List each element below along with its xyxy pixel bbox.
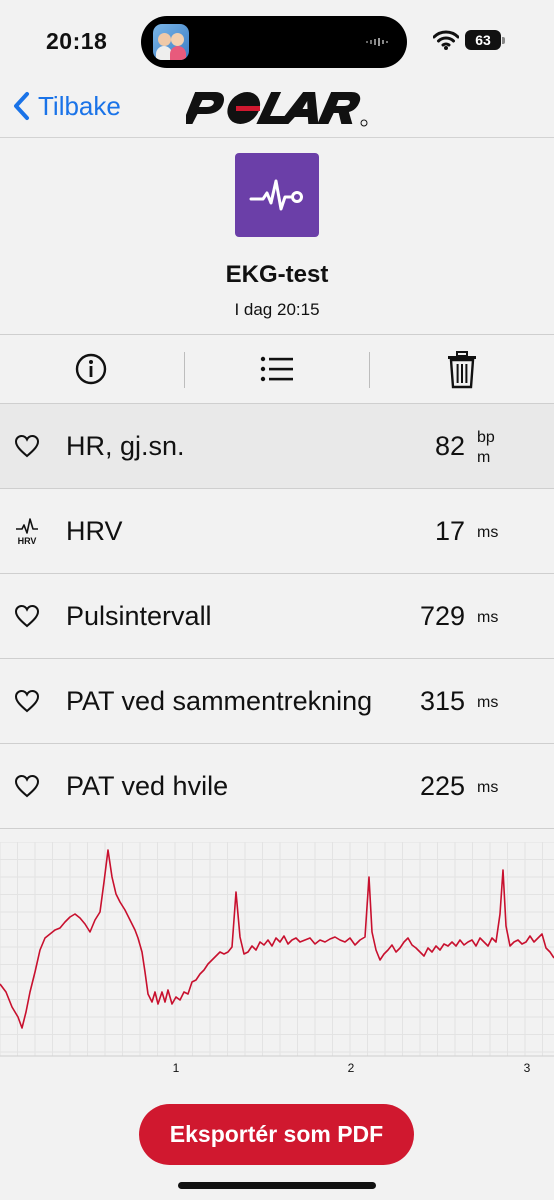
- metric-value: 225: [419, 771, 465, 801]
- metric-label: Pulsintervall: [66, 601, 212, 631]
- test-timestamp: I dag 20:15: [234, 300, 320, 319]
- list-icon: [260, 356, 293, 382]
- metric-label: HR, gj.sn.: [66, 431, 185, 461]
- page-title: EKG-test: [225, 261, 329, 288]
- metric-label: PAT ved hvile: [66, 771, 229, 801]
- metric-label: PAT ved sammentrekning: [66, 686, 373, 716]
- metric-value: 82: [434, 431, 465, 461]
- battery-tip: [502, 37, 505, 44]
- x-tick-label: 1: [173, 1061, 180, 1075]
- ecg-wave-icon: [249, 179, 303, 211]
- metric-unit: ms: [477, 524, 499, 541]
- heart-outline-icon: [14, 774, 40, 798]
- hrv-icon: HRV: [16, 518, 38, 545]
- metric-row-pulse-interval: Pulsintervall 729 ms: [0, 574, 554, 659]
- svg-text:HRV: HRV: [18, 536, 37, 545]
- heart-outline-icon: [14, 434, 40, 458]
- heart-outline-icon: [14, 689, 40, 713]
- x-tick-label: 3: [524, 1061, 531, 1075]
- export-pdf-button[interactable]: Eksportér som PDF: [139, 1104, 414, 1165]
- test-header: EKG-test I dag 20:15: [0, 138, 554, 335]
- chevron-left-icon: [14, 92, 29, 120]
- info-button[interactable]: [75, 351, 107, 392]
- ecg-app-icon: [235, 153, 319, 237]
- audio-wave-icon: [366, 38, 388, 46]
- wifi-icon: [433, 30, 459, 50]
- x-tick-label: 2: [348, 1061, 355, 1075]
- metric-value: 729: [419, 601, 465, 631]
- now-playing-app-icon: [153, 24, 189, 60]
- metric-row-hr-avg: HR, gj.sn. 82 bp m: [0, 404, 554, 489]
- ecg-grid: [0, 842, 554, 1056]
- metric-unit: ms: [477, 609, 499, 626]
- info-icon: [75, 353, 107, 385]
- status-bar: 20:18 63: [0, 0, 554, 80]
- toolbar-divider: [184, 352, 185, 388]
- home-indicator[interactable]: [178, 1182, 376, 1189]
- metric-row-pat-contraction: PAT ved sammentrekning 315 ms: [0, 659, 554, 744]
- status-time: 20:18: [46, 28, 108, 54]
- metric-unit: ms: [477, 694, 499, 711]
- metric-label: HRV: [66, 516, 123, 546]
- metric-row-hrv: HRV HRV 17 ms: [0, 489, 554, 574]
- dynamic-island[interactable]: [141, 16, 407, 68]
- back-label: Tilbake: [38, 90, 121, 121]
- navigation-bar: Tilbake: [0, 80, 554, 138]
- metric-row-pat-rest: PAT ved hvile 225 ms: [0, 744, 554, 829]
- back-button[interactable]: Tilbake: [12, 88, 121, 124]
- heart-outline-icon: [14, 604, 40, 628]
- list-button[interactable]: [259, 351, 295, 392]
- toolbar-divider: [369, 352, 370, 388]
- metric-unit: bp m: [477, 429, 495, 466]
- ecg-chart[interactable]: 1 2 3: [0, 842, 554, 1076]
- metric-value: 17: [434, 516, 465, 546]
- battery-indicator: 63: [465, 30, 501, 50]
- metric-value: 315: [419, 686, 465, 716]
- delete-button[interactable]: [447, 351, 477, 394]
- metric-unit: ms: [477, 779, 499, 796]
- trash-icon: [448, 351, 476, 389]
- action-toolbar: [0, 336, 554, 404]
- polar-logo: [186, 92, 368, 127]
